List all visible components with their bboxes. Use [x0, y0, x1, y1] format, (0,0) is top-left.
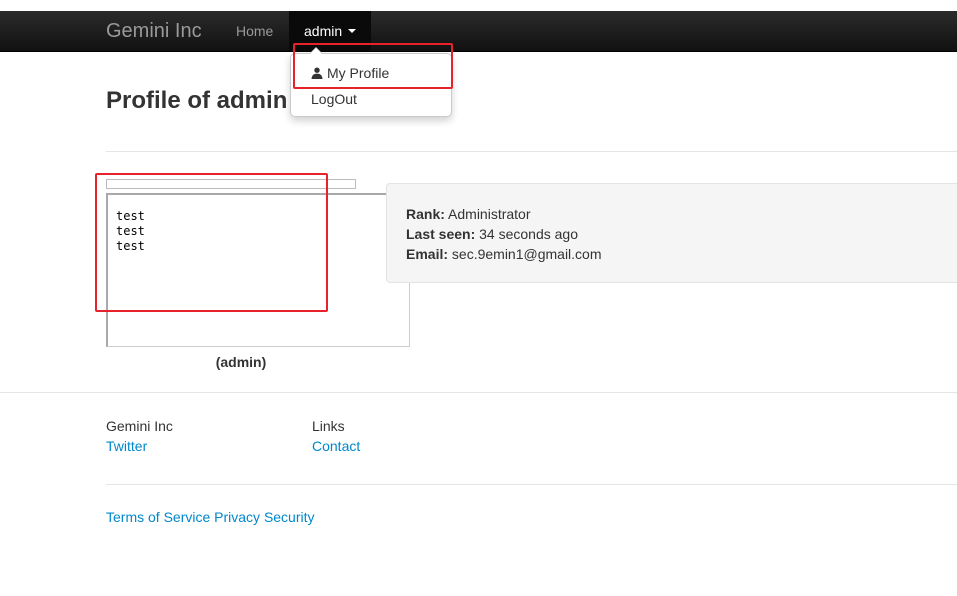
user-menu-toggle[interactable]: admin — [289, 11, 371, 51]
user-menu-label: admin — [304, 23, 343, 39]
avatar-image: test test test — [106, 193, 410, 347]
last-seen-row: Last seen: 34 seconds ago — [406, 225, 578, 243]
terms-link[interactable]: Terms of Service — [106, 509, 210, 525]
avatar-caption-bar — [106, 179, 356, 189]
menu-item-logout[interactable]: LogOut — [311, 91, 357, 107]
top-navbar: Gemini Inc Home admin — [0, 11, 957, 52]
email-row: Email: sec.9emin1@gmail.com — [406, 245, 602, 263]
divider — [106, 151, 957, 152]
caret-down-icon — [348, 29, 356, 33]
page-title: Profile of admin — [106, 87, 288, 114]
security-link[interactable]: Security — [264, 509, 315, 525]
user-dropdown-menu: My Profile LogOut — [290, 47, 452, 117]
legal-links: Terms of Service Privacy Security — [106, 508, 315, 526]
footer-column-company: Gemini Inc Twitter — [106, 416, 173, 456]
rank-label: Rank: — [406, 206, 445, 222]
email-value: sec.9emin1@gmail.com — [451, 246, 602, 262]
footer-company-heading: Gemini Inc — [106, 418, 173, 434]
email-label: Email: — [406, 246, 449, 262]
profile-username: (admin) — [215, 354, 267, 370]
profile-info-panel: Rank: Administrator Last seen: 34 second… — [386, 183, 957, 283]
last-seen-label: Last seen: — [406, 226, 476, 242]
brand-link[interactable]: Gemini Inc — [106, 19, 202, 43]
rank-value: Administrator — [448, 206, 531, 222]
rank-row: Rank: Administrator — [406, 205, 531, 223]
last-seen-value: 34 seconds ago — [479, 226, 578, 242]
twitter-link[interactable]: Twitter — [106, 436, 173, 456]
user-icon — [311, 67, 323, 79]
contact-link[interactable]: Contact — [312, 436, 360, 456]
footer-links-heading: Links — [312, 418, 345, 434]
avatar-text: test test test — [116, 209, 145, 253]
menu-item-my-profile[interactable]: My Profile — [311, 65, 389, 81]
footer-column-links: Links Contact — [312, 416, 360, 456]
my-profile-label: My Profile — [327, 65, 390, 81]
legal-divider — [106, 484, 957, 485]
nav-home-link[interactable]: Home — [236, 23, 273, 39]
privacy-link[interactable]: Privacy — [214, 509, 260, 525]
footer-divider — [0, 392, 957, 393]
